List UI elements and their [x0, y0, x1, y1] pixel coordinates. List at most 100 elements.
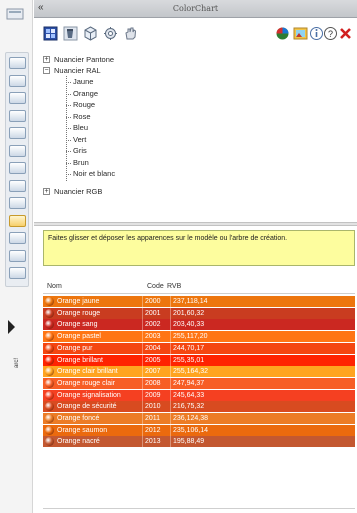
tree-leaf[interactable]: Brun [73, 157, 89, 168]
grid-icon[interactable] [9, 109, 26, 122]
column-header-name[interactable]: Nom [47, 283, 62, 290]
list-separator [43, 293, 355, 294]
paint-drop-icon[interactable] [9, 214, 26, 227]
tree-leaf[interactable]: Rouge [73, 99, 95, 110]
tree-leaf[interactable]: Bleu [73, 122, 88, 133]
color-row[interactable]: Orange pastel 2003 255,117,20 [43, 331, 355, 343]
cell-divider [170, 401, 171, 413]
tree-leaf[interactable]: Rose [73, 111, 91, 122]
color-code: 2005 [145, 356, 161, 364]
sheet-icon[interactable] [9, 92, 26, 104]
color-rvb: 216,75,32 [173, 403, 205, 411]
cell-divider [142, 366, 143, 378]
color-code: 2003 [145, 333, 161, 341]
people-icon[interactable] [9, 232, 26, 244]
swatch-sphere-icon [45, 367, 54, 377]
collapse-toggle-ral[interactable]: − [43, 67, 50, 74]
cell-divider [142, 342, 143, 354]
cell-divider [170, 319, 171, 331]
info-icon[interactable] [309, 26, 324, 41]
expand-toggle-rgb[interactable]: + [43, 188, 50, 195]
color-row[interactable]: Orange jaune 2000 237,118,14 [43, 296, 355, 307]
swatch-sphere-icon [45, 332, 54, 342]
tree-node-rgb[interactable]: Nuancier RGB [54, 186, 102, 197]
color-rvb: 245,64,33 [173, 391, 205, 399]
tree-leaf[interactable]: Orange [73, 88, 98, 99]
color-rvb: 237,118,14 [173, 298, 208, 305]
color-code: 2012 [145, 426, 161, 434]
color-rvb: 236,124,38 [173, 415, 209, 422]
color-rvb: 195,88,49 [173, 438, 205, 446]
color-name: Orange clair brillant [57, 368, 118, 376]
color-name: Orange rouge [57, 309, 101, 317]
color-name: Orange de sécurité [57, 403, 117, 411]
disc-icon[interactable] [9, 249, 26, 262]
drop-zone-hint[interactable]: Faites glisser et déposer les apparences… [43, 230, 355, 266]
tree-connector [66, 93, 71, 95]
color-row[interactable]: Orange foncé 2011 236,124,38 [43, 413, 355, 424]
color-row[interactable]: Orange saumon 2012 235,106,14 [43, 424, 355, 436]
color-rvb: 201,60,32 [173, 309, 205, 317]
cell-divider [142, 389, 143, 401]
cell-divider [170, 413, 171, 424]
color-row[interactable]: Orange nacré 2013 195,88,49 [43, 436, 355, 448]
table-icon[interactable] [9, 197, 26, 209]
color-name: Orange jaune [57, 298, 100, 305]
globe-paint-icon[interactable] [275, 26, 290, 41]
tree-leaf[interactable]: Jaune [73, 76, 93, 87]
swatch-sphere-icon [45, 390, 54, 400]
colorchart-panel: « ColorChart ? + Nuancier Pantone − Nuan… [34, 0, 357, 513]
bucket-icon[interactable] [63, 26, 78, 41]
color-code: 2000 [145, 298, 161, 305]
tree-node-ral[interactable]: Nuancier RAL [54, 65, 101, 76]
color-row[interactable]: Orange de sécurité 2010 216,75,32 [43, 401, 355, 413]
left-toolbar-strip: arc! [0, 0, 33, 513]
hand-icon[interactable] [123, 26, 138, 41]
cell-divider [170, 424, 171, 436]
tree-connector [66, 128, 71, 129]
panel-splitter[interactable] [34, 222, 357, 226]
house-icon[interactable] [9, 57, 26, 69]
cube-icon[interactable] [83, 26, 98, 41]
color-row[interactable]: Orange sang 2002 203,40,33 [43, 319, 355, 331]
picture-icon[interactable] [293, 26, 308, 41]
stack-icon[interactable] [9, 267, 26, 279]
expand-arrow-icon[interactable] [8, 320, 15, 334]
tree-leaf[interactable]: Vert [73, 134, 86, 145]
color-row[interactable]: Orange rouge 2001 201,60,32 [43, 307, 355, 319]
color-row[interactable]: Orange rouge clair 2008 247,94,37 [43, 377, 355, 389]
monitor-icon[interactable] [9, 179, 26, 192]
color-rvb: 244,70,17 [173, 344, 205, 352]
palette-view-icon[interactable] [43, 26, 58, 41]
color-code: 2013 [145, 438, 161, 446]
color-row[interactable]: Orange brillant 2005 255,35,01 [43, 354, 355, 366]
close-icon[interactable] [338, 26, 353, 41]
color-rvb: 203,40,33 [173, 321, 205, 329]
tree-node-pantone[interactable]: Nuancier Pantone [54, 54, 114, 65]
cell-divider [142, 424, 143, 436]
color-row[interactable]: Orange pur 2004 244,70,17 [43, 342, 355, 354]
color-row[interactable]: Orange signalisation 2009 245,64,33 [43, 389, 355, 401]
color-code: 2002 [145, 321, 161, 329]
cylinder-icon[interactable] [9, 74, 26, 87]
expand-toggle-pantone[interactable]: + [43, 56, 50, 63]
color-name: Orange signalisation [57, 391, 121, 399]
color-row[interactable]: Orange clair brillant 2007 255,164,32 [43, 366, 355, 378]
cell-divider [142, 296, 143, 307]
swatch-sphere-icon [45, 414, 54, 423]
globe-icon[interactable] [9, 162, 26, 174]
list-header: Nom Code RVB [43, 283, 355, 293]
color-rvb: 255,117,20 [173, 333, 208, 341]
swatch-sphere-icon [45, 425, 54, 435]
settings-icon[interactable] [103, 26, 118, 41]
tree-leaf[interactable]: Noir et blanc [73, 168, 115, 179]
help-icon[interactable]: ? [323, 26, 338, 41]
color-wheel-icon[interactable] [9, 127, 26, 139]
color-name: Orange pur [57, 344, 93, 352]
tree-leaf[interactable]: Gris [73, 145, 87, 156]
color-rvb: 235,106,14 [173, 426, 209, 434]
document-icon[interactable] [9, 144, 26, 157]
column-header-rvb[interactable]: RVB [167, 283, 181, 290]
pin-panel-icon[interactable] [6, 8, 26, 22]
column-header-code[interactable]: Code [147, 283, 164, 290]
